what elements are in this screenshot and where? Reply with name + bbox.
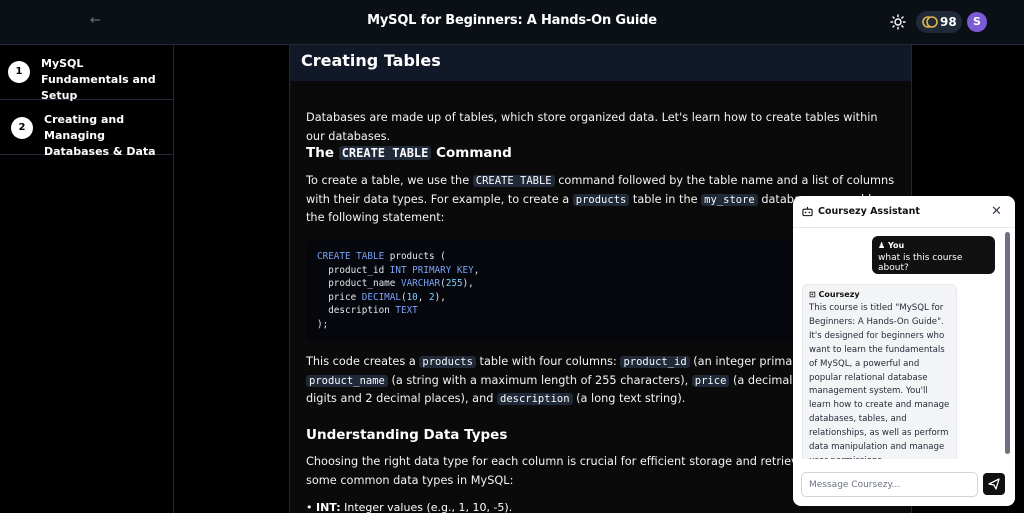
inline-code: my_store [701,193,758,206]
inline-code: product_id [620,356,690,368]
chat-title: Coursezy Assistant [818,206,920,217]
message-author: ♟ You [878,241,989,250]
assistant-message: ⊡ Coursezy This course is titled "MySQL … [802,284,957,459]
intro-paragraph: Databases are made up of tables, which s… [306,111,878,143]
inline-code: description [497,393,573,405]
bullet-text: Integer values (e.g., 1, 10, -5). [340,501,513,513]
heading-text: The [306,145,339,161]
module-label: Creating and Managing Databases & Data [44,113,156,158]
text: (a long text string). [572,392,686,405]
heading-text: Command [431,145,512,161]
close-icon[interactable]: ✕ [991,204,1002,219]
author-name: You [887,241,905,250]
chat-messages[interactable]: ♟ You what is this course about? ⊡ Cours… [793,229,1015,459]
course-title: MySQL for Beginners: A Hands-On Guide [367,13,657,28]
text: table in the [629,192,702,206]
inline-code: products [572,193,630,206]
author-name: Coursezy [818,290,860,299]
user-message: ♟ You what is this course about? [872,236,995,274]
inline-code: CREATE TABLE [472,175,555,187]
message-author: ⊡ Coursezy [809,290,950,299]
text: This code creates a [306,355,420,368]
code-line-2: product_id INT PRIMARY KEY, [317,264,480,276]
module-number: 1 [8,61,30,83]
text: table with four columns: [475,355,621,368]
send-icon [988,478,1000,490]
code-line-1: CREATE TABLE products ( [317,251,446,262]
section-heading-command: The CREATE TABLE Command [306,145,512,161]
top-bar: ← MySQL for Beginners: A Hands-On Guide … [0,0,1024,45]
list-item: • INT: Integer values (e.g., 1, 10, -5). [306,501,513,513]
inline-code: product_name [306,374,388,387]
user-avatar[interactable]: S [967,12,987,32]
code-line-3: product_name VARCHAR(255), [317,278,474,289]
bullet-label: INT: [316,501,341,513]
sidebar-item-module-2[interactable]: 2 Creating and Managing Databases & Data [0,100,174,158]
lesson-header: Creating Tables [290,45,911,81]
module-label: MySQL Fundamentals and Setup [41,57,156,102]
inline-code: price [691,374,730,387]
message-text: This course is titled "MySQL for Beginne… [809,303,950,459]
code-line-6: ); [317,318,329,330]
bot-icon: ⊡ [809,290,816,299]
coins-icon [922,16,938,28]
send-button[interactable] [983,473,1005,495]
coin-balance-badge[interactable]: 98 [916,11,962,33]
assistant-chat-panel: Coursezy Assistant ✕ ♟ You what is this … [793,196,1015,506]
chat-header: Coursezy Assistant ✕ [793,196,1015,228]
theme-toggle-sun-icon[interactable] [890,14,906,30]
inline-code: CREATE TABLE [338,146,432,160]
lesson-title: Creating Tables [301,51,441,70]
bot-icon [802,206,813,217]
sidebar-item-module-1[interactable]: 1 MySQL Fundamentals and Setup [0,45,174,102]
inline-code: products [419,356,476,368]
module-number: 2 [11,117,33,139]
text: (a string with a maximum length of 255 c… [387,373,692,387]
coin-count: 98 [940,15,957,29]
module-sidebar: 1 MySQL Fundamentals and Setup 2 Creatin… [0,45,174,513]
code-line-4: price DECIMAL(10, 2), [317,291,446,303]
message-text: what is this course about? [878,253,963,273]
chat-message-input[interactable] [801,472,978,497]
chat-scrollbar[interactable] [1005,232,1010,454]
text: To create a table, we use the [306,174,473,187]
user-icon: ♟ [878,241,886,250]
code-line-5: description TEXT [317,305,418,316]
section-heading-data-types: Understanding Data Types [306,427,508,443]
